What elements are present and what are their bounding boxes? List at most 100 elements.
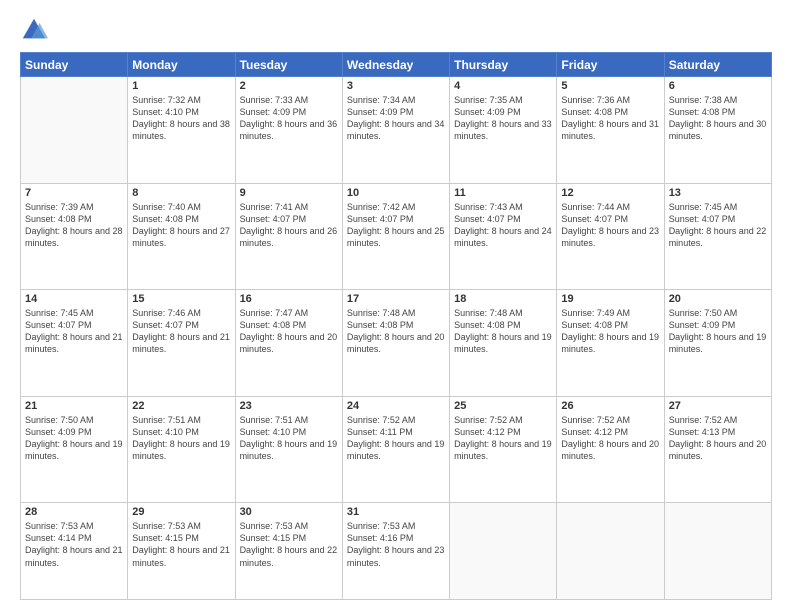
calendar-cell: 21 Sunrise: 7:50 AMSunset: 4:09 PMDayligh… [21,396,128,503]
calendar-cell: 28Sunrise: 7:53 AMSunset: 4:14 PMDayligh… [21,503,128,600]
day-number: 15 [132,293,230,305]
week-row-4: 21 Sunrise: 7:50 AMSunset: 4:09 PMDayligh… [21,396,772,503]
cell-info: Sunrise: 7:53 AMSunset: 4:14 PMDaylight:… [25,520,123,569]
day-number: 26 [561,400,659,412]
calendar-header-row: SundayMondayTuesdayWednesdayThursdayFrid… [21,53,772,77]
cell-info: Sunrise: 7:48 AMSunset: 4:08 PMDaylight:… [347,307,445,356]
day-number: 3 [347,80,445,92]
cell-info: Sunrise: 7:43 AMSunset: 4:07 PMDaylight:… [454,201,552,250]
cell-info: Sunrise: 7:45 AMSunset: 4:07 PMDaylight:… [25,307,123,356]
week-row-5: 28Sunrise: 7:53 AMSunset: 4:14 PMDayligh… [21,503,772,600]
calendar-cell: 26 Sunrise: 7:52 AMSunset: 4:12 PMDayligh… [557,396,664,503]
day-number: 13 [669,187,767,199]
calendar-cell: 5 Sunrise: 7:36 AMSunset: 4:08 PMDaylight… [557,77,664,184]
cell-info: Sunrise: 7:36 AMSunset: 4:08 PMDaylight:… [561,94,659,143]
calendar-cell: 6 Sunrise: 7:38 AMSunset: 4:08 PMDaylight… [664,77,771,184]
day-number: 10 [347,187,445,199]
cell-info: Sunrise: 7:34 AMSunset: 4:09 PMDaylight:… [347,94,445,143]
cell-info: Sunrise: 7:52 AMSunset: 4:12 PMDaylight:… [561,414,659,463]
day-header-thursday: Thursday [450,53,557,77]
calendar-cell: 18Sunrise: 7:48 AMSunset: 4:08 PMDayligh… [450,290,557,397]
calendar-cell: 31 Sunrise: 7:53 AMSunset: 4:16 PMDayligh… [342,503,449,600]
cell-info: Sunrise: 7:40 AMSunset: 4:08 PMDaylight:… [132,201,230,250]
week-row-3: 14 Sunrise: 7:45 AMSunset: 4:07 PMDayligh… [21,290,772,397]
cell-info: Sunrise: 7:35 AMSunset: 4:09 PMDaylight:… [454,94,552,143]
calendar-cell: 9Sunrise: 7:41 AMSunset: 4:07 PMDaylight… [235,183,342,290]
cell-info: Sunrise: 7:47 AMSunset: 4:08 PMDaylight:… [240,307,338,356]
day-number: 27 [669,400,767,412]
calendar-cell: 14 Sunrise: 7:45 AMSunset: 4:07 PMDayligh… [21,290,128,397]
cell-info: Sunrise: 7:53 AMSunset: 4:15 PMDaylight:… [240,520,338,569]
calendar-cell: 8 Sunrise: 7:40 AMSunset: 4:08 PMDaylight… [128,183,235,290]
day-header-wednesday: Wednesday [342,53,449,77]
calendar-table: SundayMondayTuesdayWednesdayThursdayFrid… [20,52,772,600]
calendar-cell: 22 Sunrise: 7:51 AMSunset: 4:10 PMDayligh… [128,396,235,503]
week-row-2: 7 Sunrise: 7:39 AMSunset: 4:08 PMDaylight… [21,183,772,290]
calendar-cell [450,503,557,600]
cell-info: Sunrise: 7:53 AMSunset: 4:16 PMDaylight:… [347,520,445,569]
calendar-cell: 1 Sunrise: 7:32 AMSunset: 4:10 PMDaylight… [128,77,235,184]
cell-info: Sunrise: 7:52 AMSunset: 4:11 PMDaylight:… [347,414,445,463]
day-number: 1 [132,80,230,92]
day-number: 20 [669,293,767,305]
day-number: 11 [454,187,552,199]
calendar-cell: 17Sunrise: 7:48 AMSunset: 4:08 PMDayligh… [342,290,449,397]
page: SundayMondayTuesdayWednesdayThursdayFrid… [0,0,792,612]
logo-icon [20,16,48,44]
day-number: 14 [25,293,123,305]
calendar-cell: 15Sunrise: 7:46 AMSunset: 4:07 PMDayligh… [128,290,235,397]
calendar-cell: 24Sunrise: 7:52 AMSunset: 4:11 PMDayligh… [342,396,449,503]
calendar-cell: 4 Sunrise: 7:35 AMSunset: 4:09 PMDaylight… [450,77,557,184]
day-number: 22 [132,400,230,412]
day-number: 4 [454,80,552,92]
cell-info: Sunrise: 7:53 AMSunset: 4:15 PMDaylight:… [132,520,230,569]
calendar-cell: 25 Sunrise: 7:52 AMSunset: 4:12 PMDayligh… [450,396,557,503]
cell-info: Sunrise: 7:44 AMSunset: 4:07 PMDaylight:… [561,201,659,250]
day-header-saturday: Saturday [664,53,771,77]
cell-info: Sunrise: 7:50 AMSunset: 4:09 PMDaylight:… [669,307,767,356]
day-header-sunday: Sunday [21,53,128,77]
cell-info: Sunrise: 7:52 AMSunset: 4:12 PMDaylight:… [454,414,552,463]
day-number: 25 [454,400,552,412]
cell-info: Sunrise: 7:41 AMSunset: 4:07 PMDaylight:… [240,201,338,250]
calendar-cell: 3 Sunrise: 7:34 AMSunset: 4:09 PMDaylight… [342,77,449,184]
logo [20,16,52,44]
day-number: 19 [561,293,659,305]
cell-info: Sunrise: 7:42 AMSunset: 4:07 PMDaylight:… [347,201,445,250]
cell-info: Sunrise: 7:50 AMSunset: 4:09 PMDaylight:… [25,414,123,463]
calendar-cell: 13 Sunrise: 7:45 AMSunset: 4:07 PMDayligh… [664,183,771,290]
week-row-1: 1 Sunrise: 7:32 AMSunset: 4:10 PMDaylight… [21,77,772,184]
day-header-friday: Friday [557,53,664,77]
day-number: 23 [240,400,338,412]
calendar-cell: 19 Sunrise: 7:49 AMSunset: 4:08 PMDayligh… [557,290,664,397]
calendar-cell: 12Sunrise: 7:44 AMSunset: 4:07 PMDayligh… [557,183,664,290]
cell-info: Sunrise: 7:32 AMSunset: 4:10 PMDaylight:… [132,94,230,143]
cell-info: Sunrise: 7:51 AMSunset: 4:10 PMDaylight:… [240,414,338,463]
day-number: 30 [240,506,338,518]
cell-info: Sunrise: 7:49 AMSunset: 4:08 PMDaylight:… [561,307,659,356]
day-number: 31 [347,506,445,518]
cell-info: Sunrise: 7:45 AMSunset: 4:07 PMDaylight:… [669,201,767,250]
cell-info: Sunrise: 7:51 AMSunset: 4:10 PMDaylight:… [132,414,230,463]
day-number: 5 [561,80,659,92]
calendar-cell: 23 Sunrise: 7:51 AMSunset: 4:10 PMDayligh… [235,396,342,503]
day-number: 2 [240,80,338,92]
calendar-cell: 7 Sunrise: 7:39 AMSunset: 4:08 PMDaylight… [21,183,128,290]
day-number: 7 [25,187,123,199]
cell-info: Sunrise: 7:33 AMSunset: 4:09 PMDaylight:… [240,94,338,143]
day-number: 18 [454,293,552,305]
calendar-cell: 29 Sunrise: 7:53 AMSunset: 4:15 PMDayligh… [128,503,235,600]
calendar-cell: 10 Sunrise: 7:42 AMSunset: 4:07 PMDayligh… [342,183,449,290]
cell-info: Sunrise: 7:38 AMSunset: 4:08 PMDaylight:… [669,94,767,143]
day-number: 8 [132,187,230,199]
day-header-tuesday: Tuesday [235,53,342,77]
calendar-cell [557,503,664,600]
calendar-cell: 2 Sunrise: 7:33 AMSunset: 4:09 PMDaylight… [235,77,342,184]
day-number: 21 [25,400,123,412]
day-number: 29 [132,506,230,518]
cell-info: Sunrise: 7:39 AMSunset: 4:08 PMDaylight:… [25,201,123,250]
day-number: 6 [669,80,767,92]
day-number: 16 [240,293,338,305]
calendar-cell: 27Sunrise: 7:52 AMSunset: 4:13 PMDayligh… [664,396,771,503]
calendar-cell: 30 Sunrise: 7:53 AMSunset: 4:15 PMDayligh… [235,503,342,600]
